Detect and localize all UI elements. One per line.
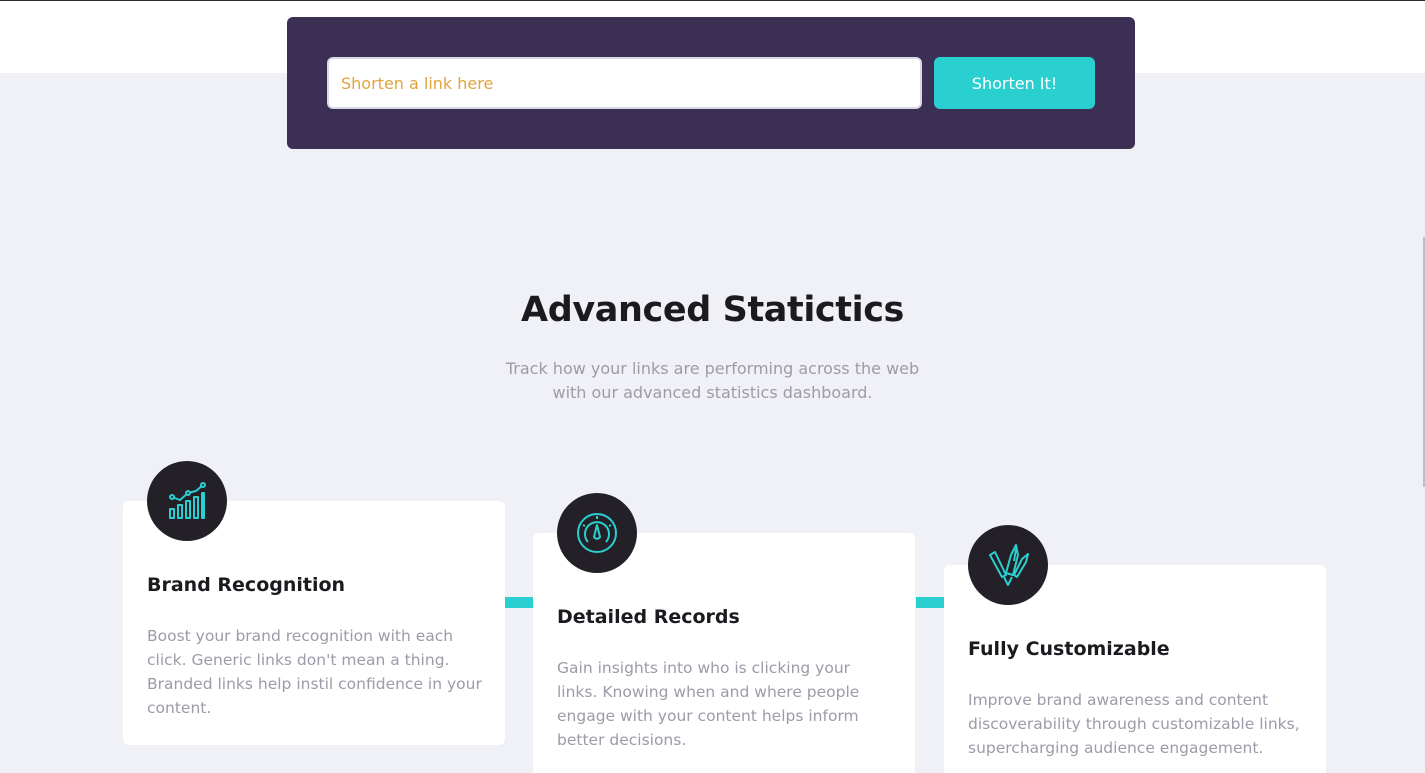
card-connector xyxy=(916,597,944,608)
card-title: Detailed Records xyxy=(557,606,740,628)
feature-card-detailed-records: Detailed Records Gain insights into who … xyxy=(533,493,915,773)
shorten-button[interactable]: Shorten It! xyxy=(934,57,1095,109)
link-shortener-form: Shorten It! xyxy=(287,17,1135,149)
section-subtitle: Track how your links are performing acro… xyxy=(505,359,920,402)
brush-pen-icon xyxy=(968,525,1048,605)
card-connector xyxy=(505,597,533,608)
card-description: Improve brand awareness and content disc… xyxy=(968,691,1300,757)
feature-card-brand-recognition: Brand Recognition Boost your brand recog… xyxy=(123,461,505,745)
section-title: Advanced Statictics xyxy=(521,290,904,330)
card-title: Brand Recognition xyxy=(147,574,346,596)
card-description: Gain insights into who is clicking your … xyxy=(557,659,860,749)
feature-card-fully-customizable: Fully Customizable Improve brand awarene… xyxy=(944,525,1326,773)
bar-chart-icon xyxy=(147,461,227,541)
link-input[interactable] xyxy=(327,57,922,109)
card-description: Boost your brand recognition with each c… xyxy=(147,627,482,717)
page: Shorten It! Advanced Statictics Track ho… xyxy=(0,0,1425,773)
gauge-icon xyxy=(557,493,637,573)
card-title: Fully Customizable xyxy=(968,638,1170,660)
